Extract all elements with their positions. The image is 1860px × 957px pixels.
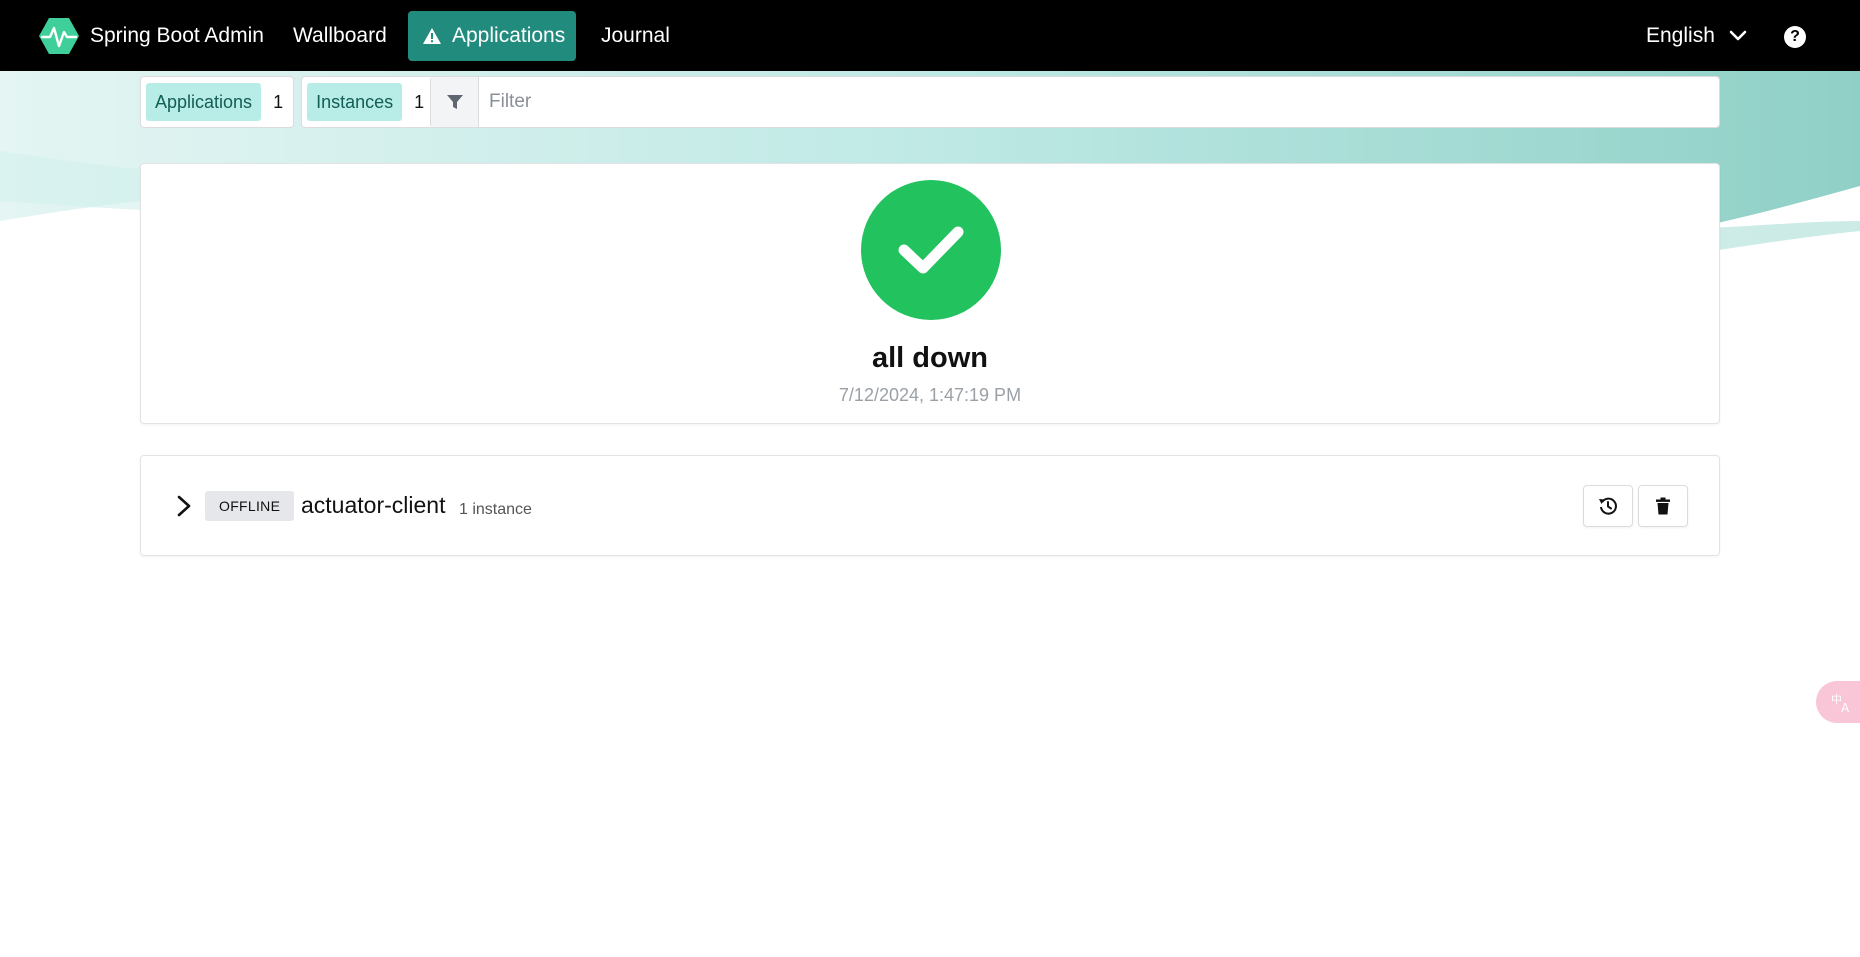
instances-chip[interactable]: Instances — [307, 83, 403, 121]
language-dropdown[interactable]: English — [1646, 18, 1747, 54]
brand[interactable]: Spring Boot Admin — [38, 16, 264, 56]
check-icon — [861, 180, 1001, 320]
logo-icon — [39, 18, 79, 54]
applications-count: 1 — [273, 91, 284, 112]
trash-icon — [1656, 497, 1670, 515]
translate-icon[interactable]: 中 A — [1816, 681, 1860, 723]
delete-button[interactable] — [1638, 485, 1688, 527]
filter-group — [430, 76, 1720, 128]
status-badge: OFFLINE — [205, 491, 295, 521]
instances-count: 1 — [414, 91, 425, 112]
top-navbar: Spring Boot Admin Wallboard Applications… — [0, 0, 1860, 71]
nav-journal[interactable]: Journal — [585, 11, 686, 61]
svg-text:A: A — [1841, 701, 1850, 714]
warning-icon — [423, 28, 441, 44]
applications-counter: Applications 1 — [140, 76, 295, 128]
chevron-right-icon[interactable] — [175, 494, 193, 518]
language-label: English — [1646, 24, 1715, 47]
nav-applications[interactable]: Applications — [408, 11, 576, 61]
application-row[interactable]: OFFLINE actuator-client 1 instance — [140, 455, 1720, 556]
filter-bar: Applications 1 Instances 1 — [140, 76, 442, 128]
instance-count: 1 instance — [459, 501, 532, 518]
applications-chip[interactable]: Applications — [146, 83, 262, 121]
instances-counter: Instances 1 — [301, 76, 436, 128]
status-card: all down 7/12/2024, 1:47:19 PM — [140, 163, 1720, 424]
chevron-down-icon — [1729, 30, 1747, 41]
brand-title: Spring Boot Admin — [90, 24, 264, 47]
status-title: all down — [872, 342, 988, 374]
application-name: actuator-client — [301, 492, 446, 518]
filter-input[interactable] — [479, 77, 1719, 127]
nav-applications-label: Applications — [452, 24, 566, 47]
history-icon — [1599, 497, 1617, 515]
help-icon[interactable]: ? — [1784, 26, 1806, 48]
status-timestamp: 7/12/2024, 1:47:19 PM — [838, 385, 1022, 405]
filter-icon — [431, 77, 479, 127]
history-button[interactable] — [1583, 485, 1633, 527]
nav-wallboard[interactable]: Wallboard — [277, 11, 403, 61]
